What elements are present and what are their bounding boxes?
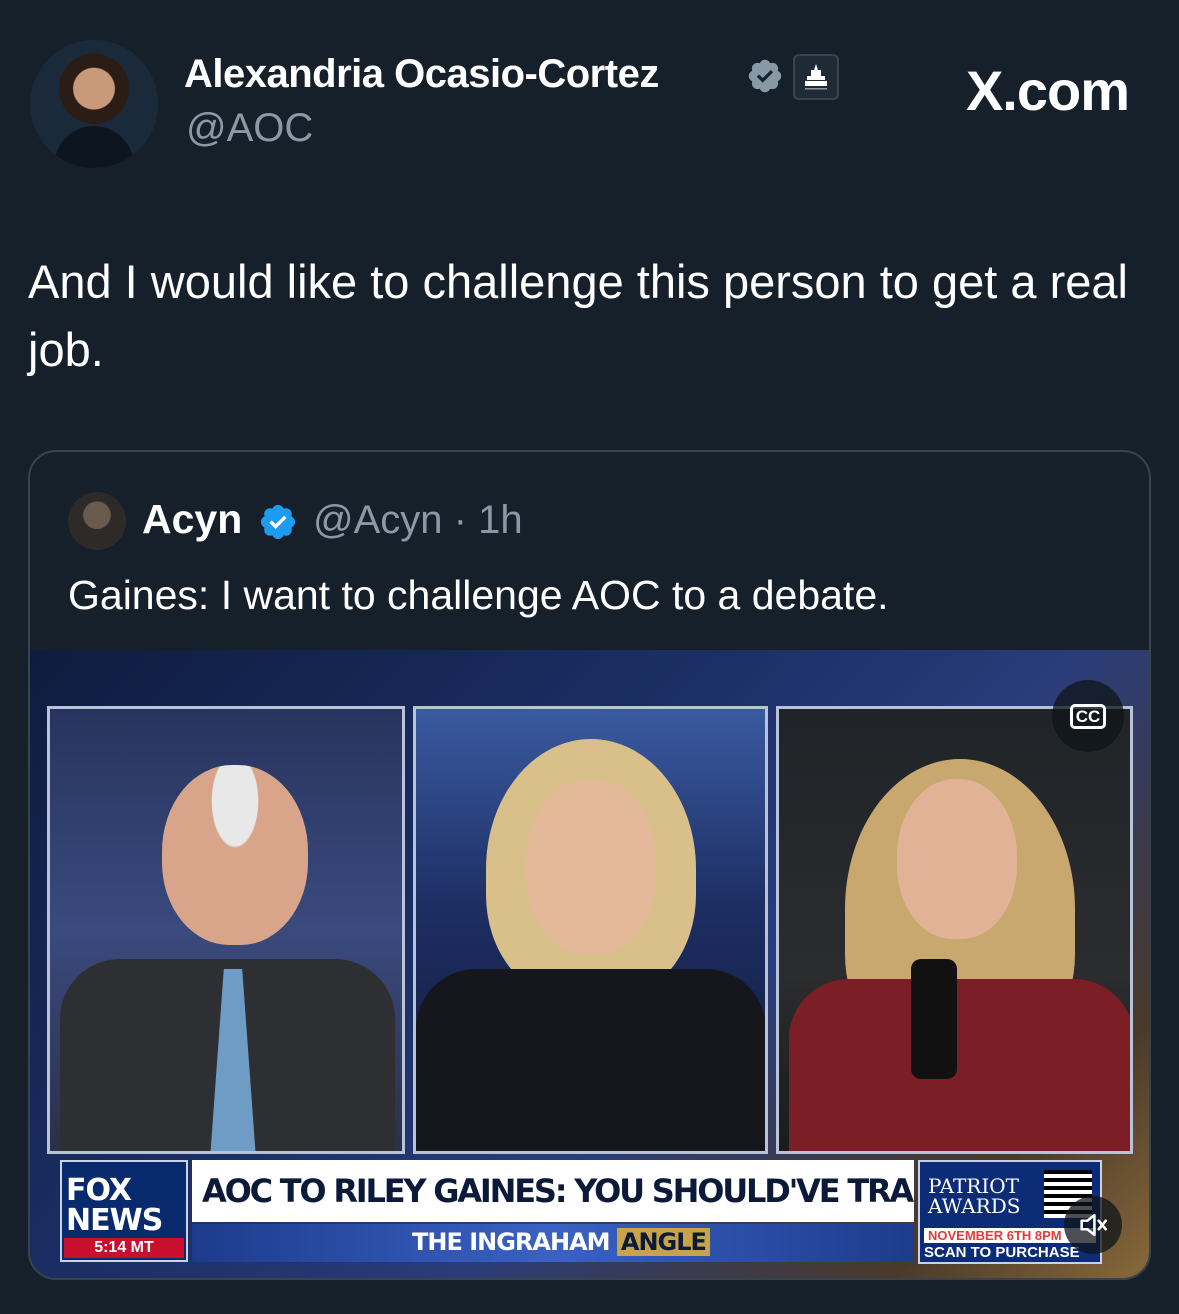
chyron-headline: AOC TO RILEY GAINES: YOU SHOULD'VE TRAIN… — [192, 1160, 914, 1222]
fox-news-logo: FOX NEWS 5:14 MT — [60, 1160, 188, 1262]
video-panel-right — [776, 706, 1133, 1154]
avatar-figure — [54, 126, 134, 168]
quoted-tweet-text: Gaines: I want to challenge AOC to a deb… — [68, 572, 889, 618]
author-avatar[interactable] — [30, 40, 158, 168]
author-handle[interactable]: @AOC — [186, 106, 313, 151]
quoted-author-handle-time[interactable]: @Acyn · 1h — [313, 498, 523, 543]
promo-cta: SCAN TO PURCHASE — [924, 1244, 1080, 1261]
verified-badge-icon — [748, 59, 782, 93]
person-head — [897, 779, 1017, 939]
video-player[interactable]: CC FOX NEWS 5:14 MT AOC TO RILEY GAINES:… — [30, 650, 1149, 1278]
person-head — [526, 779, 656, 954]
show-title-bar: THE INGRAHAM ANGLE — [192, 1224, 914, 1262]
mute-button[interactable] — [1064, 1196, 1122, 1254]
person-head — [162, 765, 308, 945]
video-panel-left — [47, 706, 405, 1154]
brand-watermark: X.com — [965, 59, 1130, 122]
video-panel-center — [413, 706, 768, 1154]
author-display-name[interactable]: Alexandria Ocasio-Cortez — [184, 52, 659, 97]
closed-captions-button[interactable]: CC — [1052, 680, 1124, 752]
person-jacket — [789, 979, 1130, 1151]
quoted-author-name[interactable]: Acyn — [142, 496, 242, 543]
network-name: FOX NEWS — [66, 1173, 163, 1238]
quoted-author-avatar[interactable] — [68, 492, 126, 550]
show-name: THE INGRAHAM ANGLE — [412, 1228, 710, 1256]
cc-icon: CC — [1069, 703, 1107, 729]
quoted-tweet-card[interactable]: Acyn @Acyn · 1h Gaines: I want to challe… — [28, 450, 1151, 1280]
broadcast-time: 5:14 MT — [64, 1238, 184, 1258]
capitol-badge-icon — [793, 54, 839, 100]
show-name-suffix: ANGLE — [616, 1228, 710, 1256]
show-name-prefix: THE INGRAHAM — [412, 1228, 611, 1256]
speaker-muted-icon — [1080, 1213, 1108, 1237]
microphone-icon — [911, 959, 957, 1079]
tweet-text: And I would like to challenge this perso… — [28, 255, 1128, 376]
person-sweater — [416, 969, 765, 1151]
promo-title: PATRIOT AWARDS — [928, 1174, 1021, 1218]
verified-badge-icon — [260, 504, 296, 540]
